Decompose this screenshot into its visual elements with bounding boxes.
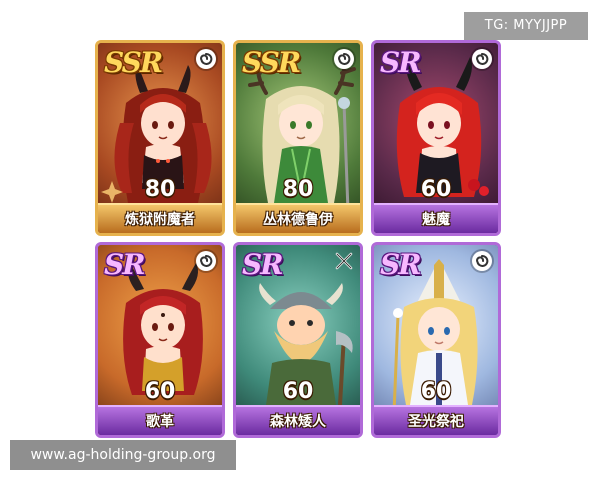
character-card-succubus[interactable]: SR 60 魅魔: [371, 40, 501, 236]
level-value: 60: [420, 379, 452, 404]
rarity-label: SR: [380, 248, 421, 281]
character-card-jungle-druid[interactable]: SSR 80 丛林德鲁伊: [233, 40, 363, 236]
swirl-icon: [196, 251, 216, 271]
rarity-label: SSR: [104, 46, 163, 79]
rarity-label: SR: [104, 248, 145, 281]
character-name: 森林矮人: [270, 414, 326, 430]
crossed-swords-icon: [334, 251, 354, 271]
card-grid: SSR 80 炼狱附魔者 SSR 80 丛林德鲁伊 SR 60 魅魔 SR 60…: [95, 40, 507, 440]
character-card-gorgon[interactable]: SR 60 歌革: [95, 242, 225, 438]
character-name: 圣光祭祀: [408, 414, 464, 430]
character-name: 炼狱附魔者: [125, 212, 195, 228]
swirl-icon: [196, 49, 216, 69]
level-value: 60: [144, 379, 176, 404]
level-value: 60: [282, 379, 314, 404]
character-name: 魅魔: [422, 212, 450, 228]
level-value: 60: [420, 177, 452, 202]
character-name: 丛林德鲁伊: [263, 212, 333, 228]
rarity-label: SSR: [242, 46, 301, 79]
level-value: 80: [282, 177, 314, 202]
level-value: 80: [144, 177, 176, 202]
character-card-forest-dwarf[interactable]: SR 60 森林矮人: [233, 242, 363, 438]
character-card-holy-light-priest[interactable]: SR 60 圣光祭祀: [371, 242, 501, 438]
website-watermark: www.ag-holding-group.org: [10, 440, 236, 470]
tg-badge: TG: MYYJJPP: [464, 12, 588, 40]
screenshot-page: TG: MYYJJPP SSR 80 炼狱附魔者 SSR 80 丛林德鲁伊 SR…: [0, 0, 600, 480]
character-name: 歌革: [146, 414, 174, 430]
rarity-label: SR: [380, 46, 421, 79]
swirl-icon: [472, 251, 492, 271]
swirl-icon: [334, 49, 354, 69]
swirl-icon: [472, 49, 492, 69]
character-card-inferno-enchanter[interactable]: SSR 80 炼狱附魔者: [95, 40, 225, 236]
rarity-label: SR: [242, 248, 283, 281]
